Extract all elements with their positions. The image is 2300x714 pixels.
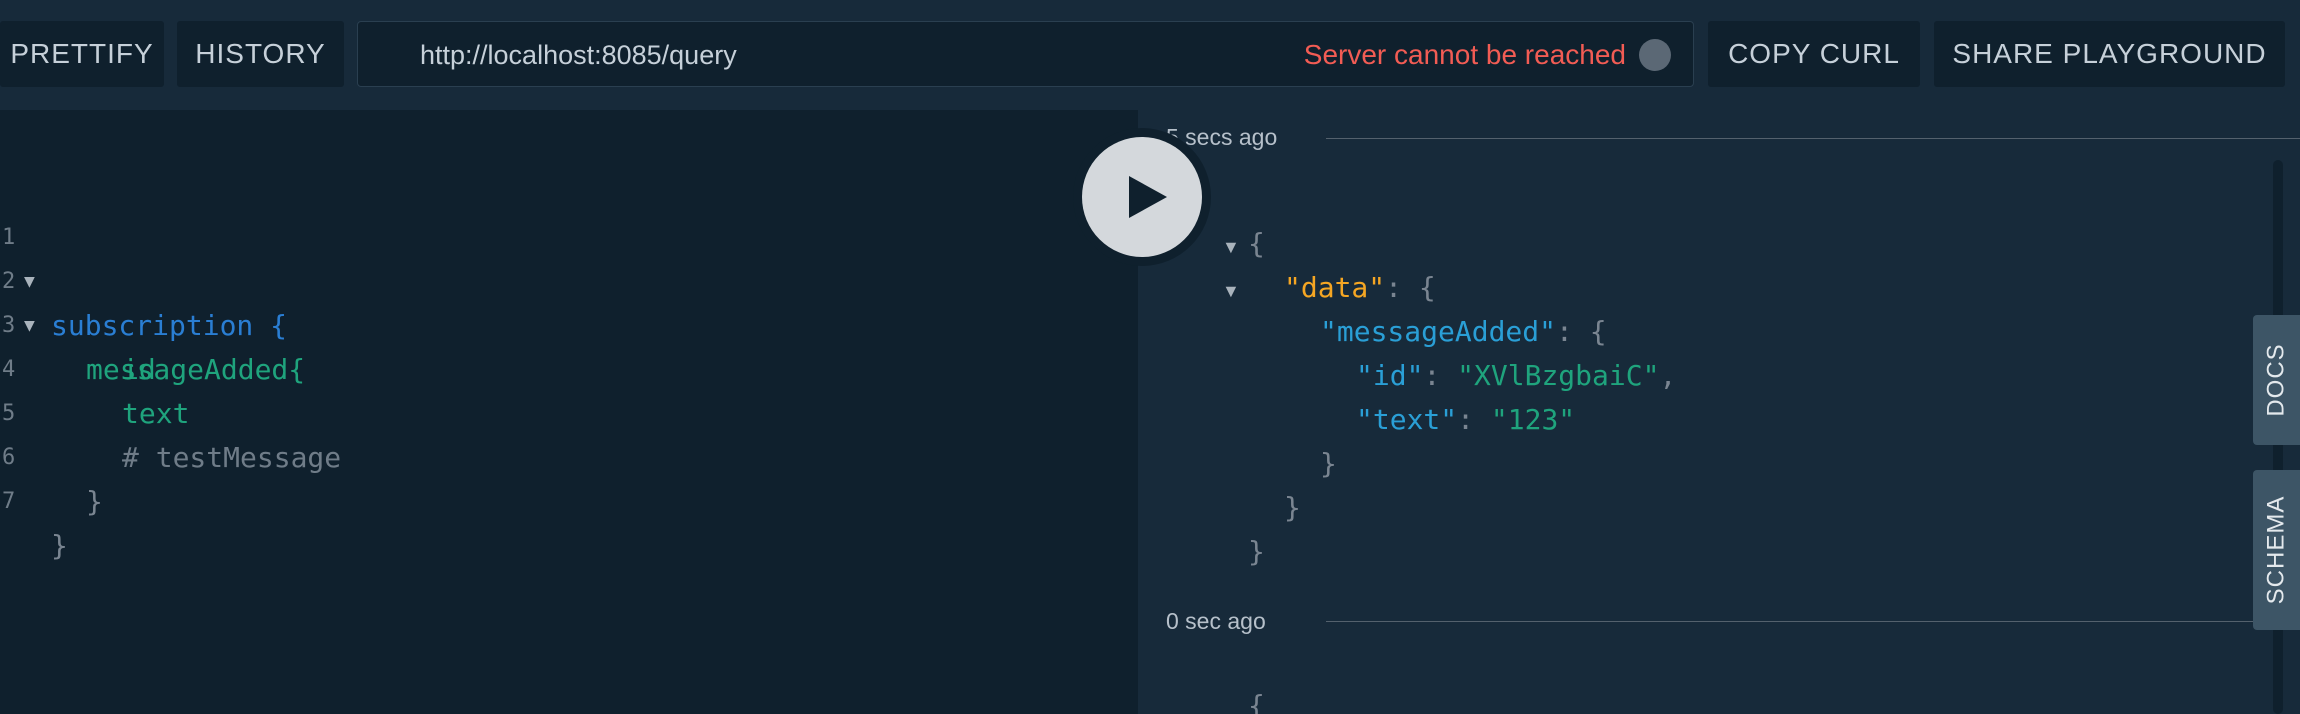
editor-line: 7 } [0, 436, 68, 562]
json-brace: { [1248, 689, 1265, 714]
history-button[interactable]: HISTORY [177, 21, 344, 87]
copy-curl-button[interactable]: COPY CURL [1708, 21, 1920, 87]
prettify-button[interactable]: PRETTIFY [0, 21, 164, 87]
json-line: "id": "XVlBzgbaiC", [1356, 359, 1677, 392]
status-dot-icon [1639, 39, 1671, 71]
schema-tab[interactable]: SCHEMA [2253, 470, 2300, 630]
json-brace: } [1320, 447, 1337, 480]
code-text: text [122, 397, 190, 430]
code-text: subscription { [51, 309, 288, 342]
play-icon [1082, 137, 1202, 257]
timestamp-divider [1326, 138, 2300, 139]
timestamp-divider [1326, 621, 2300, 622]
json-brace: { [1248, 227, 1265, 260]
play-button[interactable] [1073, 128, 1211, 266]
json-brace: } [1248, 535, 1265, 568]
json-key-data: "data" [1284, 271, 1386, 304]
json-value-id: "XVlBzgbaiC" [1457, 359, 1660, 392]
editor-line: 1 ▼ subscription { [0, 172, 287, 342]
json-value-text: "123" [1490, 403, 1576, 436]
docs-tab-label: DOCS [2262, 343, 2290, 417]
share-playground-button[interactable]: SHARE PLAYGROUND [1934, 21, 2285, 87]
json-key-text: "text" [1356, 403, 1458, 436]
code-text: } [51, 529, 68, 562]
code-text: id [122, 353, 156, 386]
json-line: "messageAdded": { [1320, 315, 1607, 348]
json-line: "data": { [1284, 271, 1436, 304]
top-toolbar: PRETTIFY HISTORY http://localhost:8085/q… [0, 0, 2300, 110]
json-key-messageadded: "messageAdded" [1320, 315, 1557, 348]
code-text: # testMessage [122, 441, 342, 474]
endpoint-url-text: http://localhost:8085/query [420, 40, 737, 70]
schema-tab-label: SCHEMA [2262, 495, 2290, 605]
editor-line: 2 ▼ messageAdded{ [0, 216, 305, 386]
json-key-id: "id" [1356, 359, 1424, 392]
editor-line: 3 id [0, 260, 156, 386]
fold-arrow-icon[interactable]: ▼ [1222, 225, 1240, 269]
fold-arrow-icon[interactable]: ▼ [1222, 269, 1240, 313]
docs-tab[interactable]: DOCS [2253, 315, 2300, 445]
results-pane: 5 secs ago ▼ { ▼ "data": { "messageAdded… [1138, 110, 2300, 714]
code-text: messageAdded{ [86, 353, 306, 386]
server-status-text: Server cannot be reached [1303, 39, 1626, 70]
query-editor[interactable]: 1 ▼ subscription { 2 ▼ messageAdded{ 3 i… [0, 110, 1138, 714]
editor-line: 4 text [0, 304, 189, 430]
endpoint-url-input[interactable]: http://localhost:8085/query Server canno… [357, 21, 1694, 87]
json-brace: } [1284, 491, 1301, 524]
line-number: 7 [2, 489, 16, 514]
editor-line: 6 } [0, 392, 103, 518]
json-line: "text": "123" [1356, 403, 1576, 436]
result-timestamp: 0 sec ago [1166, 608, 1266, 634]
editor-line: 5 # testMessage [0, 348, 341, 474]
code-text: } [86, 485, 103, 518]
